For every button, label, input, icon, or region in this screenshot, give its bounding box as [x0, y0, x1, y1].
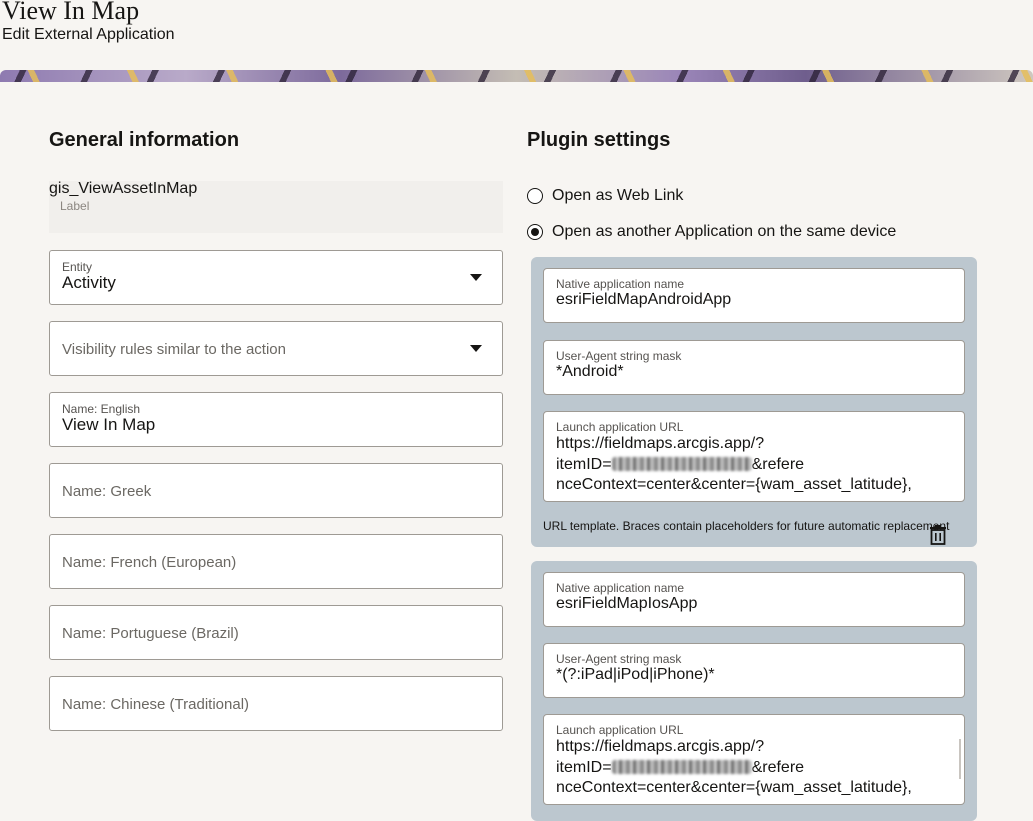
- plugin-settings-heading: Plugin settings: [527, 129, 671, 151]
- entity-value: Activity: [62, 273, 116, 292]
- name-greek-placeholder: Name: Greek: [62, 483, 152, 500]
- chevron-down-icon[interactable]: [470, 345, 482, 352]
- user-agent-mask-label: User-Agent string mask: [556, 349, 682, 363]
- label-caption: Label: [60, 199, 90, 213]
- entity-select[interactable]: Entity Activity: [49, 250, 503, 305]
- name-portuguese-placeholder: Name: Portuguese (Brazil): [62, 625, 239, 642]
- launch-url-field[interactable]: Launch application URL https://fieldmaps…: [543, 714, 965, 805]
- user-agent-mask-field[interactable]: User-Agent string mask *(?:iPad|iPod|iPh…: [543, 643, 965, 698]
- launch-url-label: Launch application URL: [556, 420, 684, 434]
- name-chinese-field[interactable]: Name: Chinese (Traditional): [49, 676, 503, 731]
- radio-label: Open as another Application on the same …: [552, 223, 897, 240]
- redacted-item-id: [611, 760, 752, 775]
- general-information-heading: General information: [49, 129, 240, 151]
- name-english-field[interactable]: Name: English View In Map: [49, 392, 503, 447]
- page-subtitle: Edit External Application: [2, 26, 175, 43]
- radio-label: Open as Web Link: [552, 187, 684, 204]
- user-agent-mask-value: *(?:iPad|iPod|iPhone)*: [556, 666, 715, 683]
- scrollbar[interactable]: [959, 739, 961, 779]
- name-chinese-placeholder: Name: Chinese (Traditional): [62, 696, 250, 713]
- decorative-banner: [0, 70, 1033, 82]
- app-config-card: Native application name esriFieldMapIosA…: [531, 561, 977, 821]
- native-app-name-value: esriFieldMapIosApp: [556, 595, 698, 612]
- entity-label: Entity: [62, 260, 93, 274]
- native-app-name-label: Native application name: [556, 277, 685, 291]
- radio-button-selected[interactable]: [527, 224, 543, 240]
- radio-open-another-app[interactable]: Open as another Application on the same …: [527, 223, 896, 241]
- native-app-name-field[interactable]: Native application name esriFieldMapAndr…: [543, 268, 965, 323]
- user-agent-mask-value: *Android*: [556, 363, 624, 380]
- launch-url-label: Launch application URL: [556, 723, 684, 737]
- name-french-field[interactable]: Name: French (European): [49, 534, 503, 589]
- label-value: gis_ViewAssetInMap: [49, 180, 198, 197]
- name-english-label: Name: English: [62, 402, 141, 416]
- app-config-card: Native application name esriFieldMapAndr…: [531, 257, 977, 547]
- name-portuguese-field[interactable]: Name: Portuguese (Brazil): [49, 605, 503, 660]
- visibility-rules-select[interactable]: Visibility rules similar to the action: [49, 321, 503, 376]
- name-english-value: View In Map: [62, 415, 156, 434]
- launch-url-value: https://fieldmaps.arcgis.app/? itemID= &r…: [556, 738, 912, 796]
- visibility-rules-placeholder: Visibility rules similar to the action: [62, 341, 286, 358]
- radio-button[interactable]: [527, 188, 543, 204]
- trash-icon[interactable]: [929, 525, 947, 545]
- user-agent-mask-label: User-Agent string mask: [556, 652, 682, 666]
- launch-url-field[interactable]: Launch application URL https://fieldmaps…: [543, 411, 965, 502]
- user-agent-mask-field[interactable]: User-Agent string mask *Android*: [543, 340, 965, 395]
- name-greek-field[interactable]: Name: Greek: [49, 463, 503, 518]
- redacted-item-id: [611, 457, 752, 472]
- native-app-name-label: Native application name: [556, 581, 685, 595]
- label-field: gis_ViewAssetInMap Label: [49, 180, 503, 233]
- url-template-hint: URL template. Braces contain placeholder…: [543, 519, 950, 533]
- launch-url-value: https://fieldmaps.arcgis.app/? itemID= &r…: [556, 435, 912, 493]
- radio-open-web-link[interactable]: Open as Web Link: [527, 187, 683, 205]
- chevron-down-icon[interactable]: [470, 274, 482, 281]
- native-app-name-value: esriFieldMapAndroidApp: [556, 291, 732, 308]
- page-title: View In Map: [2, 0, 140, 25]
- name-french-placeholder: Name: French (European): [62, 554, 237, 571]
- native-app-name-field[interactable]: Native application name esriFieldMapIosA…: [543, 572, 965, 627]
